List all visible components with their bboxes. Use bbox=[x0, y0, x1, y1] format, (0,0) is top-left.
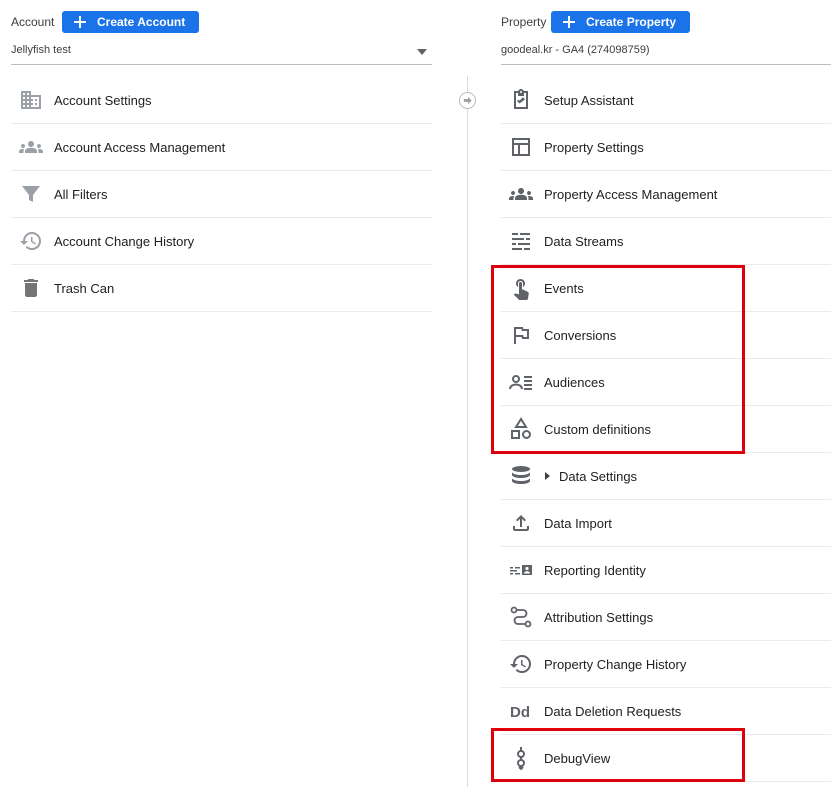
account-header: Account Create Account bbox=[11, 0, 432, 44]
debugview-item[interactable]: DebugView bbox=[501, 735, 831, 782]
account-settings-item[interactable]: Account Settings bbox=[11, 77, 432, 124]
audience-icon bbox=[509, 370, 533, 394]
conversions-label: Conversions bbox=[544, 327, 617, 343]
create-property-label: Create Property bbox=[586, 15, 677, 29]
account-selected: Jellyfish test bbox=[11, 44, 71, 56]
data-deletion-label: Data Deletion Requests bbox=[544, 703, 682, 719]
data-streams-item[interactable]: Data Streams bbox=[501, 218, 831, 265]
filter-icon bbox=[19, 182, 43, 206]
attribution-settings-label: Attribution Settings bbox=[544, 609, 654, 625]
plus-icon bbox=[74, 16, 86, 28]
data-settings-item[interactable]: Data Settings bbox=[501, 453, 831, 500]
property-access-label: Property Access Management bbox=[544, 186, 718, 202]
history-icon bbox=[509, 652, 533, 676]
property-label: Property bbox=[501, 15, 547, 29]
people-icon bbox=[509, 182, 533, 206]
property-history-label: Property Change History bbox=[544, 656, 687, 672]
property-history-item[interactable]: Property Change History bbox=[501, 641, 831, 688]
setup-assistant-label: Setup Assistant bbox=[544, 92, 634, 108]
custom-definitions-label: Custom definitions bbox=[544, 421, 651, 437]
data-settings-label: Data Settings bbox=[559, 468, 638, 484]
account-label: Account bbox=[11, 15, 55, 29]
attribution-settings-item[interactable]: Attribution Settings bbox=[501, 594, 831, 641]
account-column: Account Create Account Jellyfish test Ac… bbox=[11, 0, 432, 312]
property-selected: goodeal.kr - GA4 (274098759) bbox=[501, 44, 650, 56]
people-icon bbox=[19, 135, 43, 159]
reporting-identity-label: Reporting Identity bbox=[544, 562, 646, 578]
property-header: Property Create Property bbox=[501, 0, 831, 44]
expand-triangle-icon[interactable] bbox=[545, 472, 550, 480]
history-icon bbox=[19, 229, 43, 253]
building-icon bbox=[19, 88, 43, 112]
shapes-icon bbox=[509, 417, 533, 441]
account-settings-label: Account Settings bbox=[54, 92, 152, 108]
property-selector[interactable]: goodeal.kr - GA4 (274098759) bbox=[501, 44, 831, 65]
conversions-item[interactable]: Conversions bbox=[501, 312, 831, 359]
data-streams-label: Data Streams bbox=[544, 233, 624, 249]
property-column: Property Create Property goodeal.kr - GA… bbox=[501, 0, 831, 782]
create-account-label: Create Account bbox=[97, 15, 186, 29]
all-filters-label: All Filters bbox=[54, 186, 108, 202]
dd-icon: Dd bbox=[509, 699, 533, 723]
chevron-down-icon bbox=[417, 49, 427, 55]
clipboard-check-icon bbox=[509, 88, 533, 112]
debug-icon bbox=[509, 746, 533, 770]
events-item[interactable]: Events bbox=[501, 265, 831, 312]
create-account-button[interactable]: Create Account bbox=[62, 11, 200, 33]
trash-can-item[interactable]: Trash Can bbox=[11, 265, 432, 312]
property-settings-label: Property Settings bbox=[544, 139, 644, 155]
property-settings-item[interactable]: Property Settings bbox=[501, 124, 831, 171]
account-access-item[interactable]: Account Access Management bbox=[11, 124, 432, 171]
database-icon bbox=[509, 464, 533, 488]
custom-definitions-item[interactable]: Custom definitions bbox=[501, 406, 831, 453]
account-access-label: Account Access Management bbox=[54, 139, 226, 155]
all-filters-item[interactable]: All Filters bbox=[11, 171, 432, 218]
property-menu: Setup Assistant Property Settings Proper… bbox=[501, 77, 831, 782]
svg-text:Dd: Dd bbox=[510, 704, 530, 721]
flag-icon bbox=[509, 323, 533, 347]
trash-can-label: Trash Can bbox=[54, 280, 115, 296]
audiences-label: Audiences bbox=[544, 374, 605, 390]
data-import-label: Data Import bbox=[544, 515, 612, 531]
trash-icon bbox=[19, 276, 43, 300]
column-divider bbox=[467, 76, 468, 787]
account-menu: Account Settings Account Access Manageme… bbox=[11, 77, 432, 312]
attribution-icon bbox=[509, 605, 533, 629]
data-deletion-item[interactable]: Dd Data Deletion Requests bbox=[501, 688, 831, 735]
reporting-identity-item[interactable]: Reporting Identity bbox=[501, 547, 831, 594]
events-label: Events bbox=[544, 280, 584, 296]
upload-icon bbox=[509, 511, 533, 535]
plus-icon bbox=[563, 16, 575, 28]
property-access-item[interactable]: Property Access Management bbox=[501, 171, 831, 218]
layout-icon bbox=[509, 135, 533, 159]
arrow-right-icon bbox=[459, 92, 476, 109]
touch-icon bbox=[509, 276, 533, 300]
debugview-label: DebugView bbox=[544, 750, 611, 766]
streams-icon bbox=[509, 229, 533, 253]
account-history-label: Account Change History bbox=[54, 233, 195, 249]
setup-assistant-item[interactable]: Setup Assistant bbox=[501, 77, 831, 124]
create-property-button[interactable]: Create Property bbox=[551, 11, 691, 33]
account-selector[interactable]: Jellyfish test bbox=[11, 44, 432, 65]
data-import-item[interactable]: Data Import bbox=[501, 500, 831, 547]
identity-icon bbox=[509, 558, 533, 582]
account-history-item[interactable]: Account Change History bbox=[11, 218, 432, 265]
audiences-item[interactable]: Audiences bbox=[501, 359, 831, 406]
